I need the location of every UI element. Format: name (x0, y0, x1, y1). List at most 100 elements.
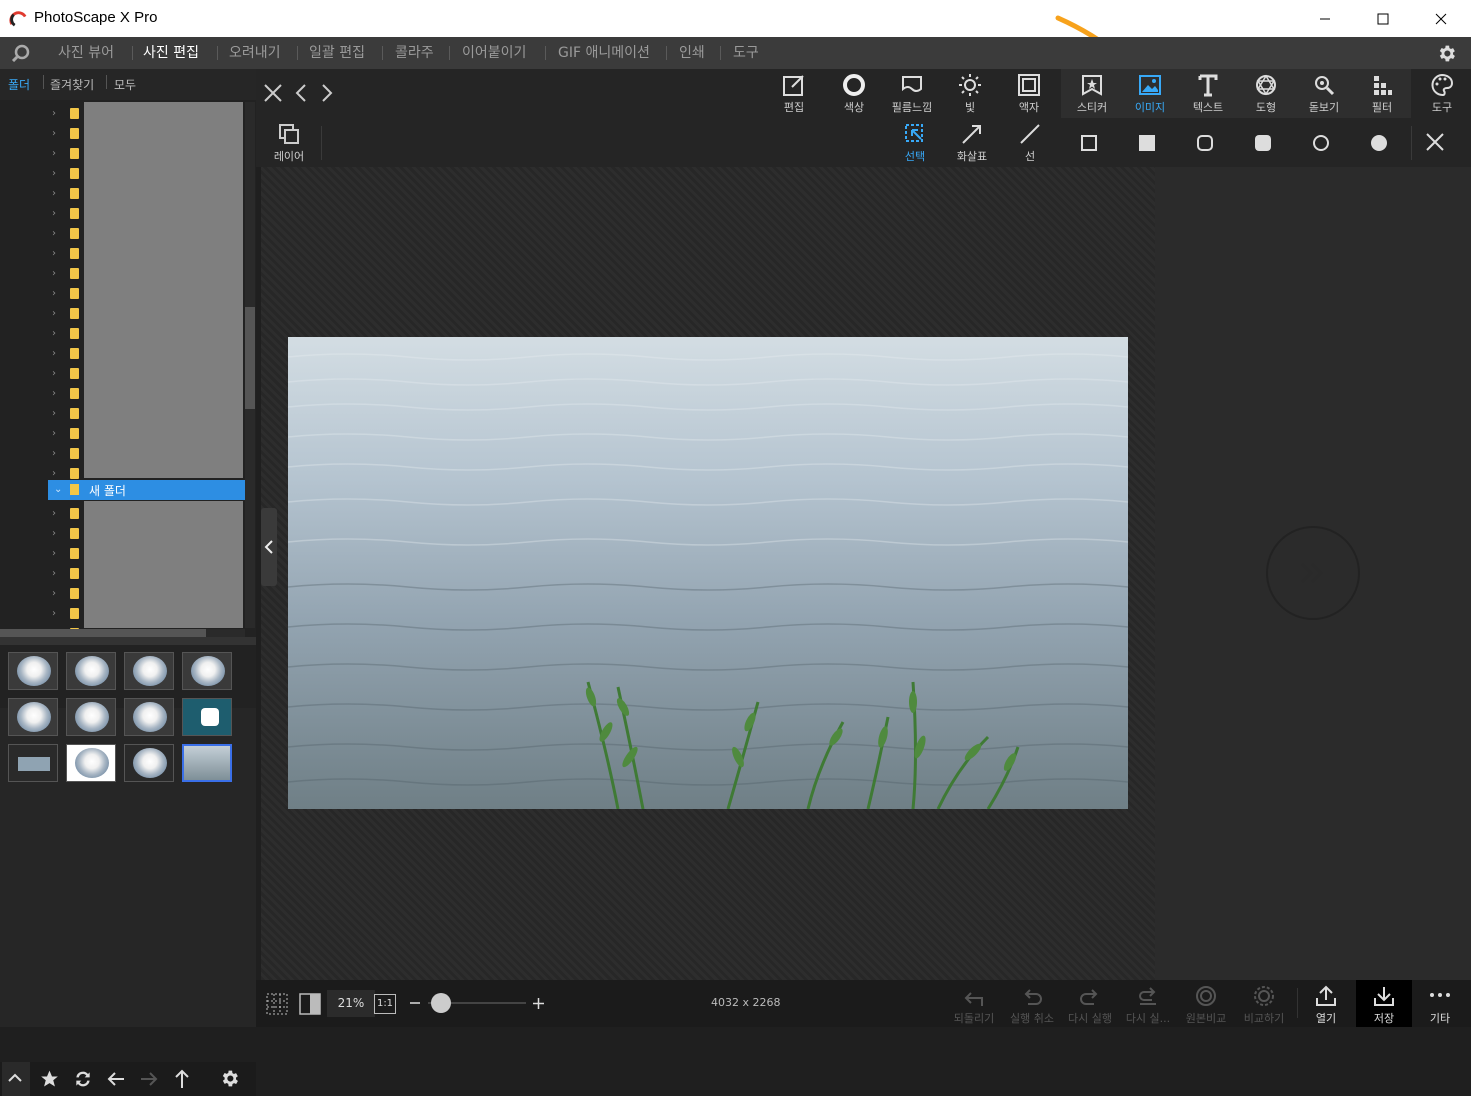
thumbnail[interactable] (124, 744, 174, 782)
close-button[interactable] (1412, 0, 1470, 37)
chevron-right-icon[interactable]: › (52, 248, 56, 259)
original-compare-button[interactable]: 원본비교 (1178, 980, 1234, 1027)
chevron-right-icon[interactable]: › (52, 228, 56, 239)
chevron-right-icon[interactable]: › (52, 128, 56, 139)
chevron-right-icon[interactable]: › (52, 328, 56, 339)
tool-sticker[interactable]: 스티커 (1064, 73, 1120, 117)
tool-edit[interactable]: 편집 (766, 73, 822, 117)
minimize-button[interactable] (1296, 0, 1354, 37)
tool-light[interactable]: 빛 (942, 73, 998, 117)
chevron-right-icon[interactable]: › (52, 588, 56, 599)
circle-filled-icon[interactable] (1371, 135, 1387, 151)
chevron-right-icon[interactable]: › (52, 528, 56, 539)
tool-film[interactable]: 필름느낌 (884, 73, 940, 117)
chevron-right-icon[interactable]: › (52, 468, 56, 479)
rounded-rect-filled-icon[interactable] (1255, 135, 1271, 151)
chevron-right-icon[interactable]: › (52, 188, 56, 199)
chevron-up-icon[interactable] (8, 1073, 22, 1083)
next-icon[interactable] (320, 83, 334, 103)
tool-color[interactable]: 색상 (826, 73, 882, 117)
tool-frame[interactable]: 액자 (1001, 73, 1057, 117)
rectangle-filled-icon[interactable] (1139, 135, 1155, 151)
chevron-right-icon[interactable]: › (52, 548, 56, 559)
tab-all[interactable]: 모두 (114, 76, 136, 93)
close-image-icon[interactable] (263, 83, 283, 103)
chevron-right-icon[interactable]: › (52, 268, 56, 279)
star-icon[interactable] (39, 1069, 60, 1089)
save-button[interactable]: 저장 (1356, 980, 1412, 1027)
chevron-right-icon[interactable]: › (52, 428, 56, 439)
previous-icon[interactable] (294, 83, 308, 103)
menu-print[interactable]: 인쇄 (679, 37, 705, 69)
rectangle-outline-icon[interactable] (1081, 135, 1097, 151)
chevron-right-icon[interactable]: › (52, 608, 56, 619)
up-arrow-icon[interactable] (173, 1068, 191, 1090)
chevron-right-icon[interactable]: › (52, 108, 56, 119)
menu-cut-out[interactable]: 오려내기 (229, 37, 281, 69)
thumbnail[interactable] (8, 652, 58, 690)
tool-text[interactable]: 텍스트 (1180, 73, 1236, 117)
compare-half-icon[interactable] (299, 993, 321, 1015)
zoom-out-icon[interactable] (410, 1000, 420, 1006)
collapse-sidebar-button[interactable] (261, 508, 277, 586)
more-button[interactable]: 기타 (1412, 980, 1468, 1027)
mode-arrow[interactable]: 화살표 (944, 122, 1000, 166)
search-icon[interactable] (11, 44, 31, 62)
tool-magnifier[interactable]: 돋보기 (1296, 73, 1352, 117)
zoom-field[interactable]: 21% (327, 990, 375, 1017)
mode-line[interactable]: 선 (1002, 122, 1058, 166)
grid-icon[interactable] (266, 993, 288, 1015)
redo-button[interactable]: 다시 실행 (1062, 980, 1118, 1027)
thumbnail[interactable] (66, 652, 116, 690)
open-button[interactable]: 열기 (1298, 980, 1354, 1027)
tab-folders[interactable]: 폴더 (8, 76, 30, 93)
menu-tools[interactable]: 도구 (733, 37, 759, 69)
gear-icon[interactable] (219, 1068, 240, 1089)
tab-favorites[interactable]: 즐겨찾기 (50, 76, 94, 93)
circle-outline-icon[interactable] (1313, 135, 1329, 151)
chevron-right-icon[interactable]: › (52, 368, 56, 379)
thumbnail[interactable] (8, 698, 58, 736)
chevron-right-icon[interactable]: › (52, 348, 56, 359)
maximize-button[interactable] (1354, 0, 1412, 37)
thumbnail[interactable] (66, 744, 116, 782)
photo-image[interactable] (288, 337, 1128, 809)
mode-select[interactable]: 선택 (887, 122, 943, 166)
thumbnail[interactable] (182, 652, 232, 690)
menu-batch-edit[interactable]: 일괄 편집 (309, 37, 365, 69)
zoom-slider-thumb[interactable] (431, 993, 451, 1013)
chevron-right-icon[interactable]: › (52, 508, 56, 519)
next-image-button[interactable] (1266, 526, 1360, 620)
compare-button[interactable]: 비교하기 (1236, 980, 1292, 1027)
menu-collage[interactable]: 콜라주 (395, 37, 434, 69)
tree-hscrollbar[interactable] (0, 629, 245, 637)
undo-button[interactable]: 실행 취소 (1004, 980, 1060, 1027)
tool-image[interactable]: 이미지 (1122, 73, 1178, 117)
tool-tools[interactable]: 도구 (1414, 73, 1470, 117)
settings-gear-icon[interactable] (1436, 43, 1457, 64)
menu-photo-viewer[interactable]: 사진 뷰어 (58, 37, 114, 69)
thumbnail[interactable] (124, 698, 174, 736)
chevron-right-icon[interactable]: › (52, 168, 56, 179)
one-to-one-button[interactable]: 1:1 (374, 994, 396, 1014)
chevron-right-icon[interactable]: › (52, 568, 56, 579)
tool-filter[interactable]: 필터 (1354, 73, 1410, 117)
refresh-icon[interactable] (73, 1069, 93, 1089)
thumbnail[interactable] (124, 652, 174, 690)
revert-button[interactable]: 되돌리기 (946, 980, 1002, 1027)
chevron-right-icon[interactable]: › (52, 288, 56, 299)
folder-item-selected[interactable]: ⌄ 새 폴더 (48, 480, 245, 500)
layer-button[interactable]: 레이어 (261, 122, 317, 166)
chevron-right-icon[interactable]: › (52, 308, 56, 319)
redo-all-button[interactable]: 다시 실... (1120, 980, 1176, 1027)
chevron-right-icon[interactable]: › (52, 448, 56, 459)
menu-gif-animation[interactable]: GIF 애니메이션 (558, 37, 650, 69)
rounded-rect-outline-icon[interactable] (1197, 135, 1213, 151)
thumbnail[interactable] (8, 744, 58, 782)
tree-scrollbar[interactable] (245, 102, 255, 628)
chevron-right-icon[interactable]: › (52, 388, 56, 399)
zoom-in-icon[interactable] (533, 998, 544, 1009)
chevron-right-icon[interactable]: › (52, 408, 56, 419)
tool-shape[interactable]: 도형 (1238, 73, 1294, 117)
menu-photo-edit[interactable]: 사진 편집 (143, 37, 199, 69)
